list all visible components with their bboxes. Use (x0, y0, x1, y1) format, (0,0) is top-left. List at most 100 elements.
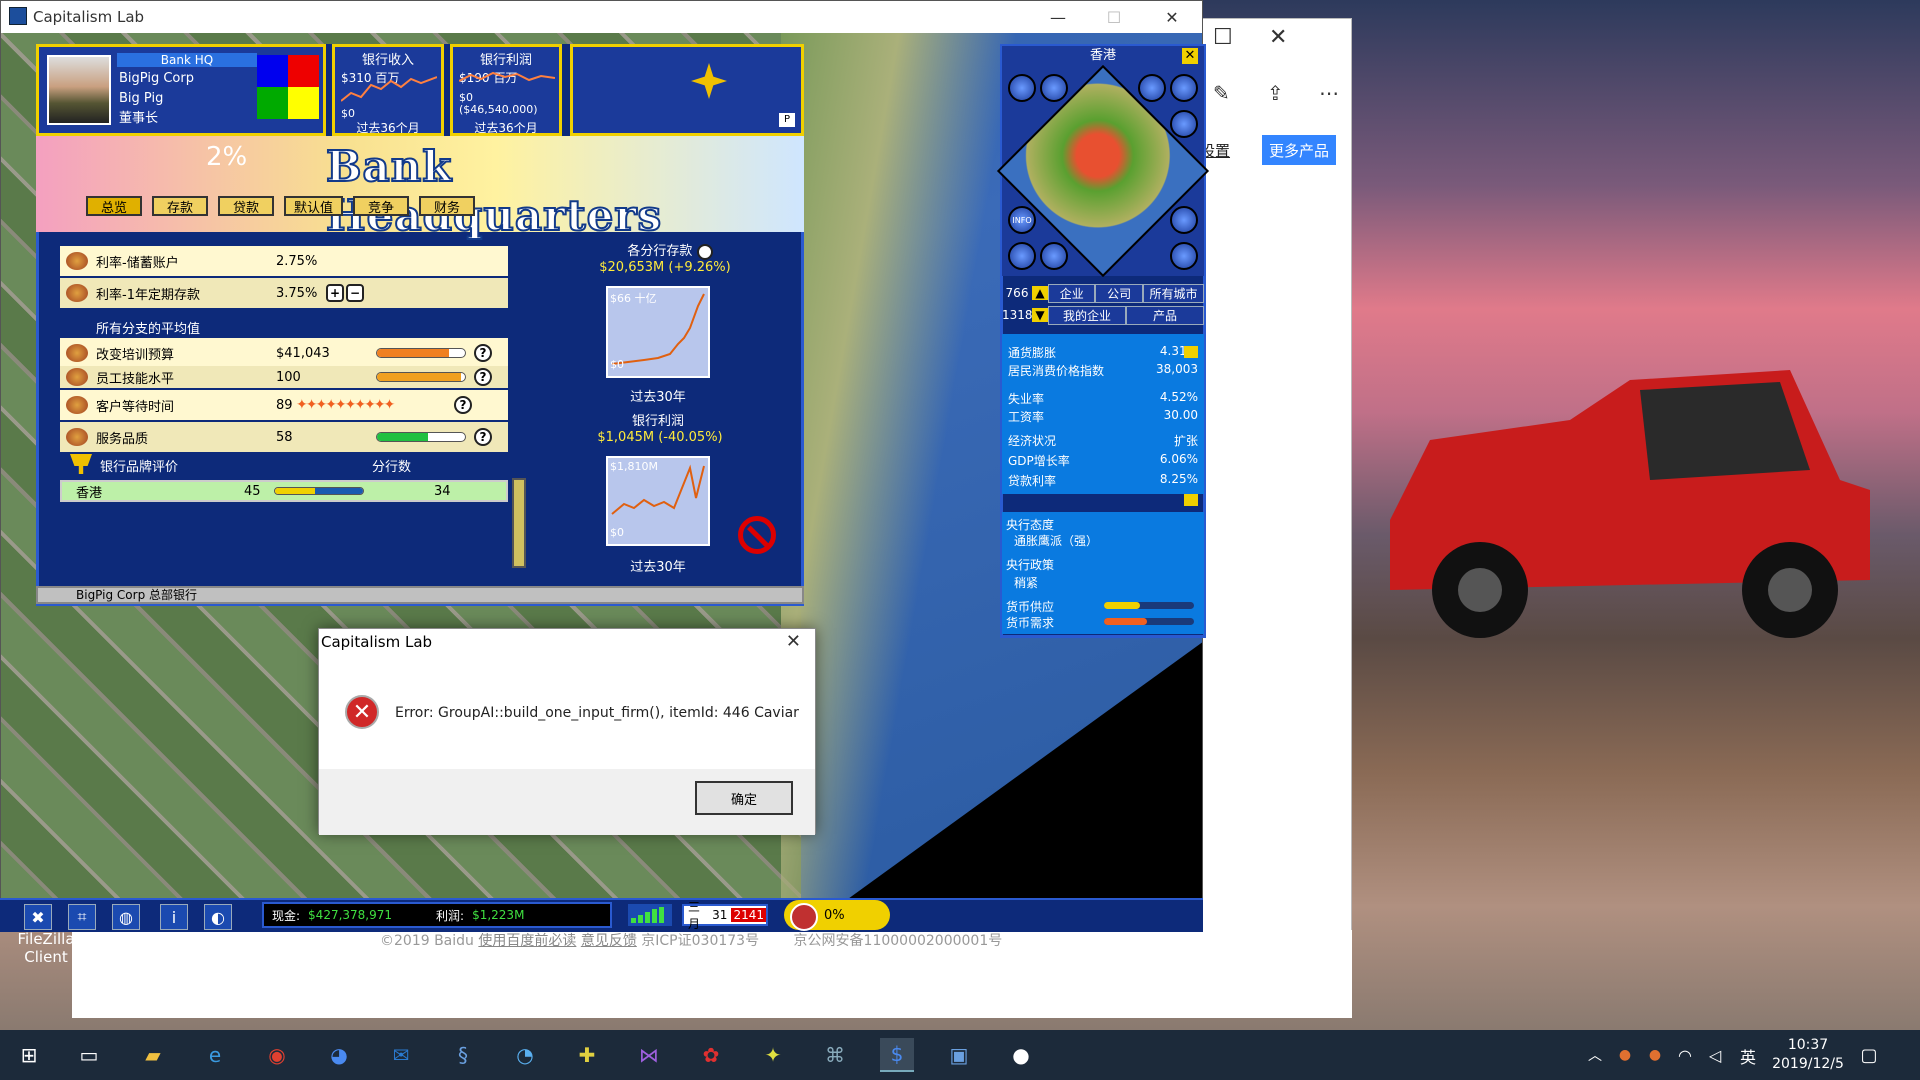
profit-chart[interactable]: 银行利润 $190 百万 $0 ($46,540,000) 过去36个月 (450, 44, 562, 136)
stat-inflation[interactable]: 通货膨胀 4.31% (1002, 344, 1204, 361)
deposits-chart[interactable]: $66 十亿 $0 (606, 286, 710, 378)
chrome-icon[interactable]: ◉ (260, 1038, 294, 1072)
more-products-button[interactable]: 更多产品 (1262, 135, 1336, 165)
help-icon[interactable]: ? (474, 428, 492, 446)
avg-row-wait[interactable]: 客户等待时间 89 ✦✦✦✦✦✦✦✦✦✦ ? (60, 390, 508, 420)
collapse-icon[interactable] (1184, 346, 1198, 358)
p-button[interactable]: P (779, 113, 795, 127)
scroll-down-icon[interactable]: ▼ (1032, 308, 1048, 322)
chart-map-icon[interactable] (1138, 74, 1166, 102)
more-icon[interactable]: ⋯ (1319, 81, 1339, 105)
bank-map-icon[interactable] (1008, 74, 1036, 102)
close-button[interactable]: ✕ (1149, 1, 1195, 33)
stat-gdp[interactable]: GDP增长率 6.06% (1002, 452, 1204, 469)
dialog-close-button[interactable]: ✕ (786, 631, 801, 652)
network-app-icon[interactable]: ⌘ (818, 1038, 852, 1072)
rate-row-term[interactable]: 利率-1年定期存款 3.75% + − (60, 278, 508, 308)
ceo-card[interactable]: Bank HQ BigPig Corp Big Pig 董事长 (36, 44, 326, 136)
help-icon[interactable]: ? (454, 396, 472, 414)
minimap[interactable]: INFO (996, 64, 1210, 278)
world-map-icon[interactable] (1040, 242, 1068, 270)
tab-deposits[interactable]: 存款 (152, 196, 208, 216)
btn-firms[interactable]: 企业 (1048, 283, 1096, 303)
avg-row-training[interactable]: 改变培训预算 $41,043 ? (60, 338, 508, 368)
tools-icon[interactable]: ✖ (24, 904, 52, 930)
stat-unemployment[interactable]: 失业率 4.52% (1002, 390, 1204, 407)
maximize-button[interactable]: ☐ (1091, 1, 1137, 33)
building-map-icon[interactable] (1170, 206, 1198, 234)
volume-icon[interactable]: ◁ (1698, 1038, 1732, 1072)
start-icon[interactable]: ⊞ (12, 1038, 46, 1072)
stat-wage[interactable]: 工资率 30.00 (1002, 408, 1204, 425)
clock[interactable]: 10:37 2019/12/5 (1752, 1036, 1864, 1074)
brand-row[interactable]: 香港 45 34 (60, 480, 508, 502)
pen-icon[interactable]: ✎ (1213, 81, 1230, 105)
tab-competition[interactable]: 竞争 (353, 196, 410, 216)
ok-button[interactable]: 确定 (695, 781, 793, 815)
tray-app-icon-2[interactable]: ● (1638, 1038, 1672, 1072)
tab-loans[interactable]: 贷款 (218, 196, 274, 216)
scroll-up-icon[interactable]: ▲ (1032, 286, 1048, 300)
sparkle-app-icon[interactable]: ✦ (756, 1038, 790, 1072)
city-map-icon[interactable] (1008, 242, 1036, 270)
avg-row-quality[interactable]: 服务品质 58 ? (60, 422, 508, 452)
footer-police[interactable]: 京公网安备11000002000001号 (794, 933, 1003, 949)
speed-icon[interactable]: ◐ (204, 904, 232, 930)
globe-icon[interactable]: ◍ (112, 904, 140, 930)
increase-rate-button[interactable]: + (326, 284, 344, 302)
browser-close[interactable]: ✕ (1269, 25, 1287, 50)
progress-pill[interactable]: 0% (784, 900, 890, 931)
money-map-icon[interactable] (1040, 74, 1068, 102)
tools-map-icon[interactable] (1170, 74, 1198, 102)
decrease-rate-button[interactable]: − (346, 284, 364, 302)
btn-companies[interactable]: 公司 (1095, 283, 1143, 303)
desktop-icon-filezilla[interactable]: FileZilla Client (10, 930, 82, 966)
close-panel-icon[interactable] (738, 516, 776, 554)
tab-finance[interactable]: 财务 (419, 196, 476, 216)
info-close-button[interactable]: ✕ (1182, 48, 1198, 64)
stat-cpi[interactable]: 居民消费价格指数 38,003 (1002, 362, 1204, 379)
capitalism-lab-taskbar-icon[interactable]: $ (880, 1038, 914, 1072)
firefox-icon[interactable]: ◕ (322, 1038, 356, 1072)
chat-app-icon[interactable]: ◔ (508, 1038, 542, 1072)
qq-icon[interactable]: ● (1004, 1038, 1038, 1072)
tab-overview[interactable]: 总览 (86, 196, 142, 216)
brand-scrollbar[interactable] (512, 478, 526, 568)
edge-icon[interactable]: e (198, 1038, 232, 1072)
browser-maximize[interactable]: ☐ (1213, 25, 1233, 50)
revenue-chart[interactable]: 银行收入 $310 百万 $0 过去36个月 (332, 44, 444, 136)
minimize-button[interactable]: — (1035, 1, 1081, 33)
navigator-box[interactable]: P (570, 44, 804, 136)
tab-defaults[interactable]: 默认值 (284, 196, 344, 216)
grid-icon[interactable]: ⌗ (68, 904, 96, 930)
tools-app-icon[interactable]: ✚ (570, 1038, 604, 1072)
file-explorer-icon[interactable]: ▰ (136, 1038, 170, 1072)
task-view-icon[interactable]: ▭ (72, 1038, 106, 1072)
footer-link-feedback[interactable]: 意见反馈 (581, 933, 637, 949)
game-date[interactable]: 三月 31 2141 (682, 900, 768, 931)
stat-loan-rate[interactable]: 贷款利率 8.25% (1002, 472, 1204, 489)
footer-link-terms[interactable]: 使用百度前必读 (478, 933, 576, 949)
share-icon[interactable]: ⇪ (1267, 81, 1284, 105)
help-icon[interactable]: ? (696, 243, 713, 260)
outlook-icon[interactable]: ✉ (384, 1038, 418, 1072)
rate-row-savings[interactable]: 利率-储蓄账户 2.75% (60, 246, 508, 276)
collapse-icon-2[interactable] (1184, 494, 1198, 506)
tray-chevron-icon[interactable]: ︿ (1578, 1038, 1612, 1072)
compass-icon[interactable] (691, 63, 727, 99)
settings-map-icon[interactable] (1170, 110, 1198, 138)
stat-economy[interactable]: 经济状况 扩张 (1002, 432, 1204, 449)
avg-row-skill[interactable]: 员工技能水平 100 ? (60, 366, 508, 388)
help-icon[interactable]: ? (474, 344, 492, 362)
finance-readout[interactable]: 现金: $427,378,971 利润: $1,223M (262, 902, 612, 928)
info-map-button[interactable]: INFO (1008, 206, 1036, 234)
tower-map-icon[interactable] (1170, 242, 1198, 270)
training-bar[interactable] (376, 348, 466, 358)
btn-all-cities[interactable]: 所有城市 (1142, 283, 1204, 303)
info-icon[interactable]: i (160, 904, 188, 930)
wifi-icon[interactable]: ◠ (1668, 1038, 1702, 1072)
vpn-icon[interactable]: § (446, 1038, 480, 1072)
visual-studio-icon[interactable]: ⋈ (632, 1038, 666, 1072)
btn-my-firms[interactable]: 我的企业 (1048, 305, 1126, 325)
remote-desktop-icon[interactable]: ▣ (942, 1038, 976, 1072)
